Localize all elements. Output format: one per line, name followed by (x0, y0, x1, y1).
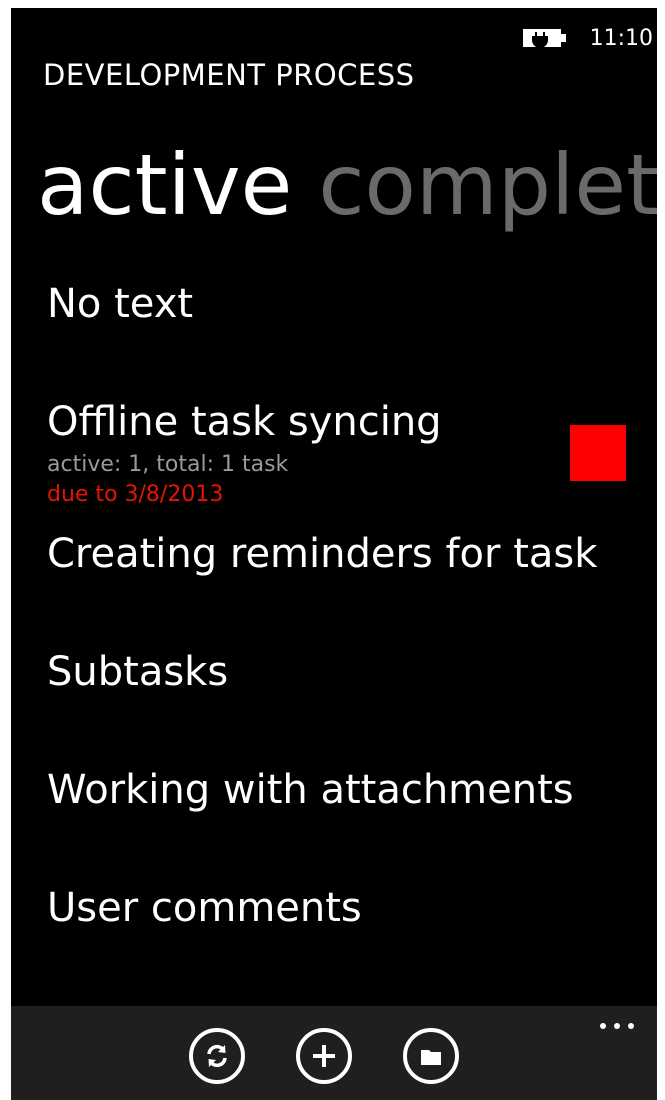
task-item[interactable]: No text (47, 276, 647, 394)
task-item[interactable]: Offline task syncing active: 1, total: 1… (47, 394, 647, 526)
phone-screen: 11:10 DEVELOPMENT PROCESS active complet … (11, 8, 657, 1100)
folder-button[interactable] (403, 1028, 459, 1084)
task-title: Working with attachments (47, 767, 574, 813)
priority-marker (570, 425, 626, 481)
task-item[interactable]: Working with attachments (47, 762, 647, 880)
task-due-date: due to 3/8/2013 (47, 482, 224, 507)
add-button[interactable] (296, 1028, 352, 1084)
status-time: 11:10 (589, 25, 653, 51)
app-title: DEVELOPMENT PROCESS (43, 58, 415, 92)
task-title: User comments (47, 885, 362, 931)
task-item[interactable]: User comments (47, 880, 647, 980)
status-bar: 11:10 (522, 18, 657, 58)
sync-button[interactable] (189, 1028, 245, 1084)
task-item[interactable]: Creating reminders for task (47, 526, 647, 644)
app-bar (11, 1006, 657, 1100)
sync-icon (207, 1044, 227, 1068)
app-bar-buttons (189, 1028, 510, 1084)
tab-active[interactable]: active (37, 130, 292, 240)
task-title: No text (47, 281, 194, 327)
folder-icon (421, 1050, 441, 1065)
battery-charging-icon (522, 29, 566, 48)
task-list: No text Offline task syncing active: 1, … (47, 276, 647, 980)
task-item[interactable]: Subtasks (47, 644, 647, 762)
task-subtitle: active: 1, total: 1 task (47, 452, 289, 477)
task-title: Subtasks (47, 649, 229, 695)
add-icon (313, 1045, 335, 1067)
more-button[interactable] (593, 1016, 641, 1036)
tab-completed[interactable]: complet (318, 130, 657, 240)
task-title: Offline task syncing (47, 399, 442, 445)
task-title: Creating reminders for task (47, 531, 598, 577)
more-ellipsis-icon (600, 1023, 634, 1029)
pivot-header: active complet (37, 130, 657, 240)
